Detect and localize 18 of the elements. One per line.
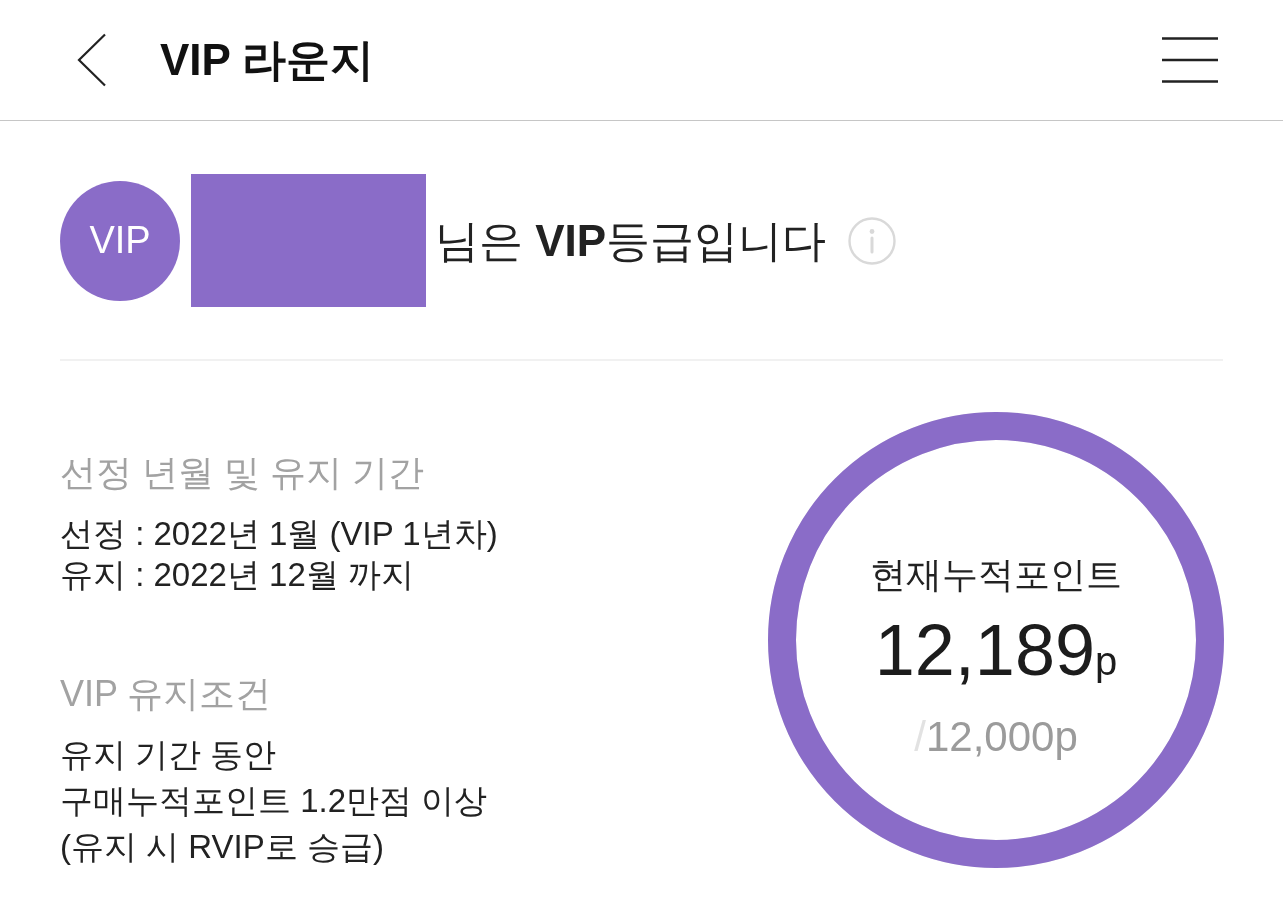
period-text: 선정 : 2022년 1월 (VIP 1년차) [60, 514, 498, 554]
back-button[interactable] [77, 33, 107, 87]
condition-text: 유지 기간 동안 [60, 735, 277, 775]
menu-button[interactable] [1162, 37, 1218, 83]
points-label: 현재누적포인트 [870, 553, 1122, 597]
page-title: VIP 라운지 [160, 34, 375, 86]
chevron-left-icon [77, 33, 107, 87]
period-text: 유지 : 2022년 12월 까지 [60, 555, 414, 595]
current-points: 12,189p [874, 610, 1118, 692]
info-icon [848, 216, 897, 265]
section-heading: VIP 유지조건 [60, 672, 272, 716]
grade-badge: VIP [60, 180, 180, 301]
condition-text: (유지 시 RVIP로 승급) [60, 827, 384, 867]
condition-text: 구매누적포인트 1.2만점 이상 [60, 781, 488, 821]
grade-message: 님은 VIP등급입니다 [435, 214, 827, 267]
menu-icon [1162, 37, 1218, 83]
target-points: /12,000p [914, 712, 1078, 762]
section-heading: 선정 년월 및 유지 기간 [60, 451, 424, 495]
